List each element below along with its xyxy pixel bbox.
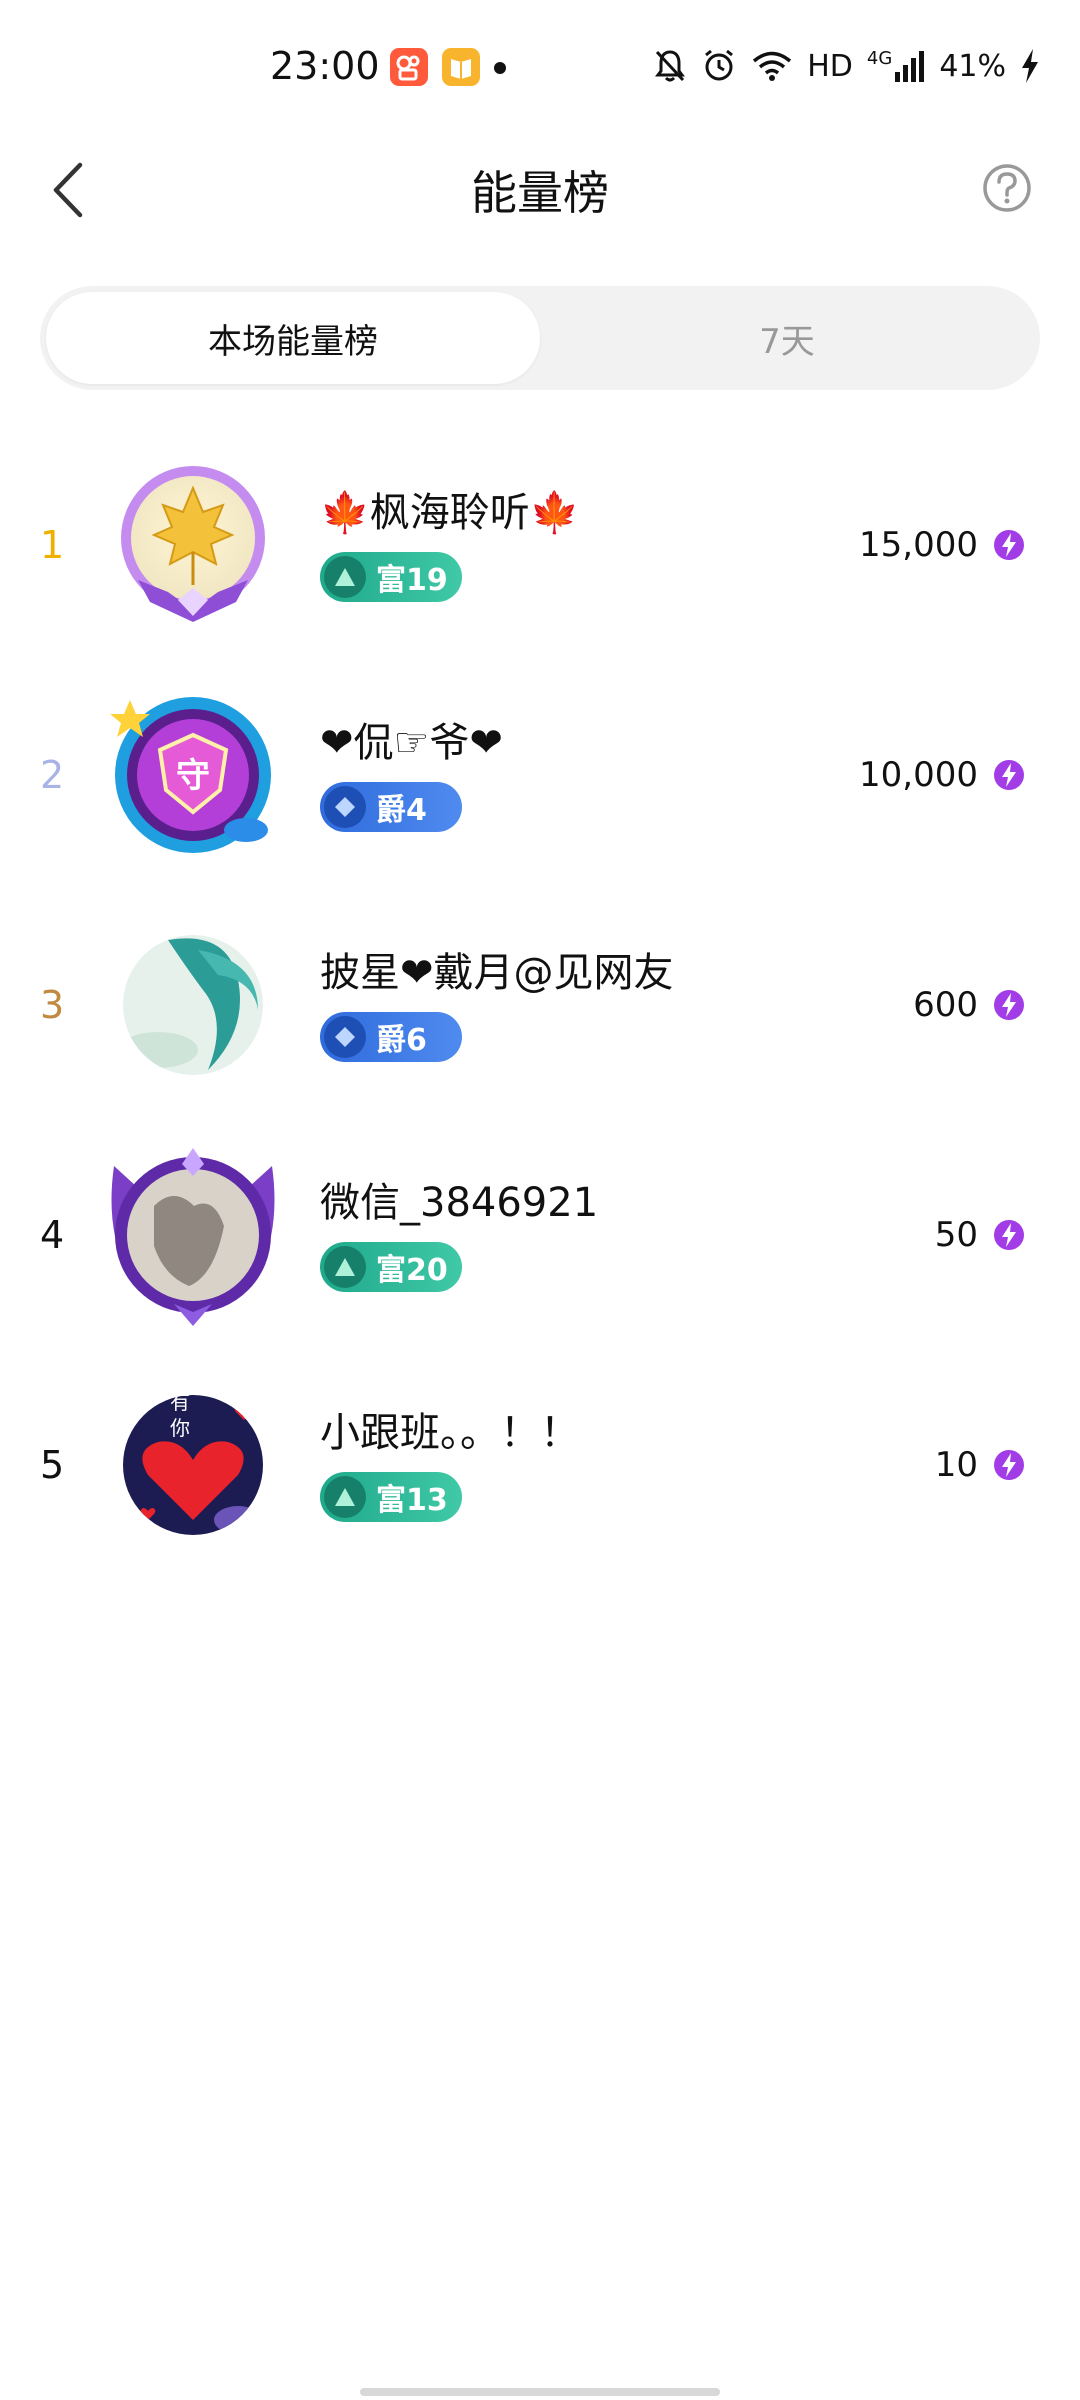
home-indicator[interactable] — [360, 2388, 720, 2396]
noble-level-badge: 爵6 — [320, 1012, 462, 1062]
noble-diamond-icon — [324, 786, 366, 828]
wealth-level-badge: 富13 — [320, 1472, 462, 1522]
badge-label: 爵4 — [376, 793, 427, 828]
badge-label: 富20 — [376, 1253, 448, 1288]
ranking-tabs: 本场能量榜 7天 — [40, 286, 1040, 390]
score-value: 50 — [934, 1215, 978, 1255]
dragon-avatar-icon — [123, 935, 263, 1075]
user-name: 微信_3846921 — [320, 1180, 599, 1226]
alarm-icon — [705, 49, 734, 81]
avatar[interactable]: 守 — [108, 690, 278, 860]
top-app-bar: 能量榜 — [0, 135, 1080, 245]
energy-bolt-icon — [994, 760, 1024, 790]
charging-bolt-icon — [1022, 49, 1038, 83]
status-bar: 23:00 HD 4G 41% — [0, 0, 1080, 135]
rank-number: 4 — [40, 1213, 65, 1257]
purple-frame-avatar-icon — [111, 1148, 275, 1326]
energy-score: 600 — [913, 890, 1026, 1120]
energy-bolt-icon — [994, 990, 1024, 1020]
status-icons: HD 4G 41% — [653, 44, 1040, 88]
energy-score: 50 — [935, 1120, 1026, 1350]
score-value: 10 — [934, 1445, 978, 1485]
wealth-triangle-icon — [324, 1476, 366, 1518]
energy-score: 15,000 — [859, 430, 1026, 660]
user-name: 披星❤戴月@见网友 — [320, 950, 674, 996]
user-name: ❤侃☞爷❤ — [320, 720, 503, 766]
ranking-row[interactable]: 2 守 ❤侃☞爷❤ 爵4 10,000 — [0, 660, 1080, 890]
ranking-row[interactable]: 5 有 你 小跟班。。！！ 富13 10 — [0, 1350, 1080, 1580]
wealth-triangle-icon — [324, 556, 366, 598]
energy-bolt-icon — [994, 530, 1024, 560]
tab-7-days[interactable]: 7天 — [540, 292, 1034, 384]
wealth-triangle-icon — [324, 1246, 366, 1288]
wifi-icon — [753, 51, 792, 81]
signal-4g: 4G — [867, 50, 925, 82]
page-title: 能量榜 — [471, 166, 609, 220]
energy-score: 10,000 — [859, 660, 1026, 890]
rank-number: 2 — [40, 753, 65, 797]
noble-level-badge: 爵4 — [320, 782, 462, 832]
wealth-level-badge: 富20 — [320, 1242, 462, 1292]
energy-ranking-list: 1 🍁枫海聆听🍁 富19 15,000 2 守 ❤侃☞爷❤ 爵4 10,000 … — [0, 430, 1080, 1580]
energy-bolt-icon — [994, 1220, 1024, 1250]
status-time: 23:00 — [270, 44, 380, 88]
hd-label: HD — [807, 48, 853, 84]
question-circle-icon — [983, 164, 1031, 212]
score-value: 15,000 — [859, 525, 978, 565]
ranking-row[interactable]: 3 披星❤戴月@见网友 爵6 600 — [0, 890, 1080, 1120]
noble-diamond-icon — [324, 1016, 366, 1058]
badge-label: 富19 — [376, 563, 448, 598]
avatar[interactable] — [108, 920, 278, 1090]
rank-number: 1 — [40, 523, 65, 567]
energy-score: 10 — [935, 1350, 1026, 1580]
guardian-badge-text: 守 — [176, 756, 210, 796]
rank-number: 3 — [40, 983, 65, 1027]
4g-label: 4G — [866, 48, 893, 69]
user-name: 小跟班。。！！ — [320, 1410, 580, 1456]
kuaishou-app-icon — [390, 48, 428, 86]
avatar[interactable] — [94, 1136, 292, 1334]
battery-percent: 41% — [939, 48, 1006, 84]
score-value: 600 — [913, 985, 978, 1025]
tab-current-session[interactable]: 本场能量榜 — [46, 292, 540, 384]
wealth-level-badge: 富19 — [320, 552, 462, 602]
avatar[interactable]: 有 你 — [108, 1380, 278, 1550]
avatar-caption-2: 你 — [170, 1416, 190, 1440]
avatar-caption-1: 有 — [170, 1390, 190, 1414]
badge-label: 爵6 — [376, 1023, 427, 1058]
badge-label: 富13 — [376, 1483, 448, 1518]
mute-bell-icon — [655, 50, 686, 82]
energy-bolt-icon — [994, 1450, 1024, 1480]
user-name: 🍁枫海聆听🍁 — [320, 490, 580, 536]
avatar[interactable] — [108, 460, 278, 630]
help-button[interactable] — [974, 155, 1040, 221]
notification-dot — [494, 62, 506, 74]
ranking-row[interactable]: 1 🍁枫海聆听🍁 富19 15,000 — [0, 430, 1080, 660]
score-value: 10,000 — [859, 755, 978, 795]
reader-app-icon — [442, 48, 480, 86]
heart-avatar-icon — [123, 1395, 263, 1535]
maple-leaf-avatar-icon — [121, 466, 265, 622]
signal-bars-icon — [895, 51, 925, 82]
rank-number: 5 — [40, 1443, 65, 1487]
ranking-row[interactable]: 4 微信_3846921 富20 50 — [0, 1120, 1080, 1350]
